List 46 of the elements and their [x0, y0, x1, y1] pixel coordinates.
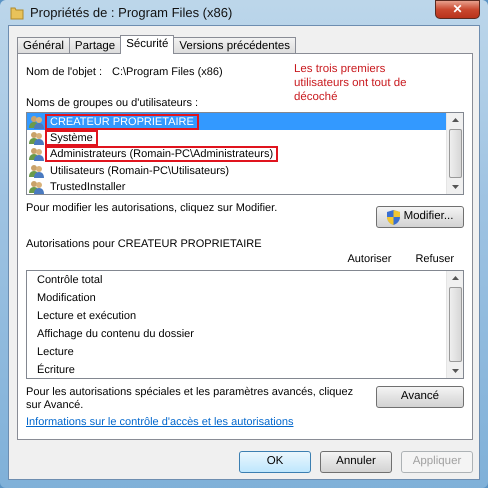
permissions-label: Autorisations pour CREATEUR PROPRIETAIRE	[26, 238, 263, 252]
user-row[interactable]: Administrateurs (Romain-PC\Administrateurs)	[27, 146, 446, 163]
help-link[interactable]: Informations sur le contrôle d'accès et les autorisations	[26, 416, 464, 429]
user-row[interactable]: Utilisateurs (Romain-PC\Utilisateurs)	[27, 162, 446, 179]
users-icon	[29, 180, 45, 194]
object-name-label: Nom de l'objet :	[26, 66, 104, 80]
window-title: Propriétés de : Program Files (x86)	[30, 4, 232, 20]
permission-name: Lecture et exécution	[37, 310, 136, 324]
tab[interactable]: Versions précédentes	[173, 37, 296, 53]
user-row[interactable]: Système	[27, 130, 446, 146]
close-button[interactable]: ✕	[435, 0, 480, 19]
user-name: Utilisateurs (Romain-PC\Utilisateurs)	[49, 164, 230, 179]
modify-button[interactable]: Modifier...	[376, 206, 464, 228]
permission-name: Affichage du contenu du dossier	[37, 328, 194, 342]
annotation-note: Les trois premiers utilisateurs ont tout de décoché	[294, 62, 408, 105]
tab[interactable]: Général	[17, 37, 70, 53]
user-name: TrustedInstaller	[49, 180, 126, 194]
shield-icon	[386, 210, 400, 225]
users-icon	[29, 147, 45, 162]
column-header: Autoriser	[347, 252, 392, 266]
user-name: CREATEUR PROPRIETAIRE	[45, 114, 199, 130]
advanced-button[interactable]: Avancé	[376, 386, 464, 408]
permission-name: Lecture	[37, 346, 74, 360]
user-name: Système	[45, 130, 98, 146]
users-icon	[29, 130, 45, 145]
permission-name: Modification	[37, 292, 96, 306]
modify-hint: Pour modifier les autorisations, cliquez sur Modifier.	[26, 202, 278, 216]
scrollbar-thumb[interactable]	[448, 129, 462, 178]
permission-name: Contrôle total	[37, 274, 102, 288]
user-row[interactable]: TrustedInstaller	[27, 178, 446, 194]
folder-icon	[10, 6, 24, 20]
scrollbar[interactable]	[446, 270, 463, 378]
tab[interactable]: Sécurité	[120, 35, 174, 54]
permission-name: Écriture	[37, 364, 75, 378]
object-name-value: C:\Program Files (x86)	[112, 66, 223, 80]
users-icon	[29, 114, 45, 129]
users-icon	[29, 164, 45, 178]
scrollbar-thumb[interactable]	[448, 286, 462, 362]
column-header: Refuser	[415, 252, 454, 266]
users-label: Noms de groupes ou d'utilisateurs :	[26, 97, 200, 110]
scrollbar[interactable]	[446, 113, 463, 194]
dialog-button[interactable]: Annuler	[320, 451, 392, 473]
dialog-button[interactable]: OK	[239, 451, 311, 473]
tab[interactable]: Partage	[68, 37, 122, 53]
user-name: Administrateurs (Romain-PC\Administrateurs)	[45, 146, 278, 162]
advanced-hint: Pour les autorisations spéciales et les paramètres avancés, cliquez sur Avancé.	[26, 386, 354, 412]
